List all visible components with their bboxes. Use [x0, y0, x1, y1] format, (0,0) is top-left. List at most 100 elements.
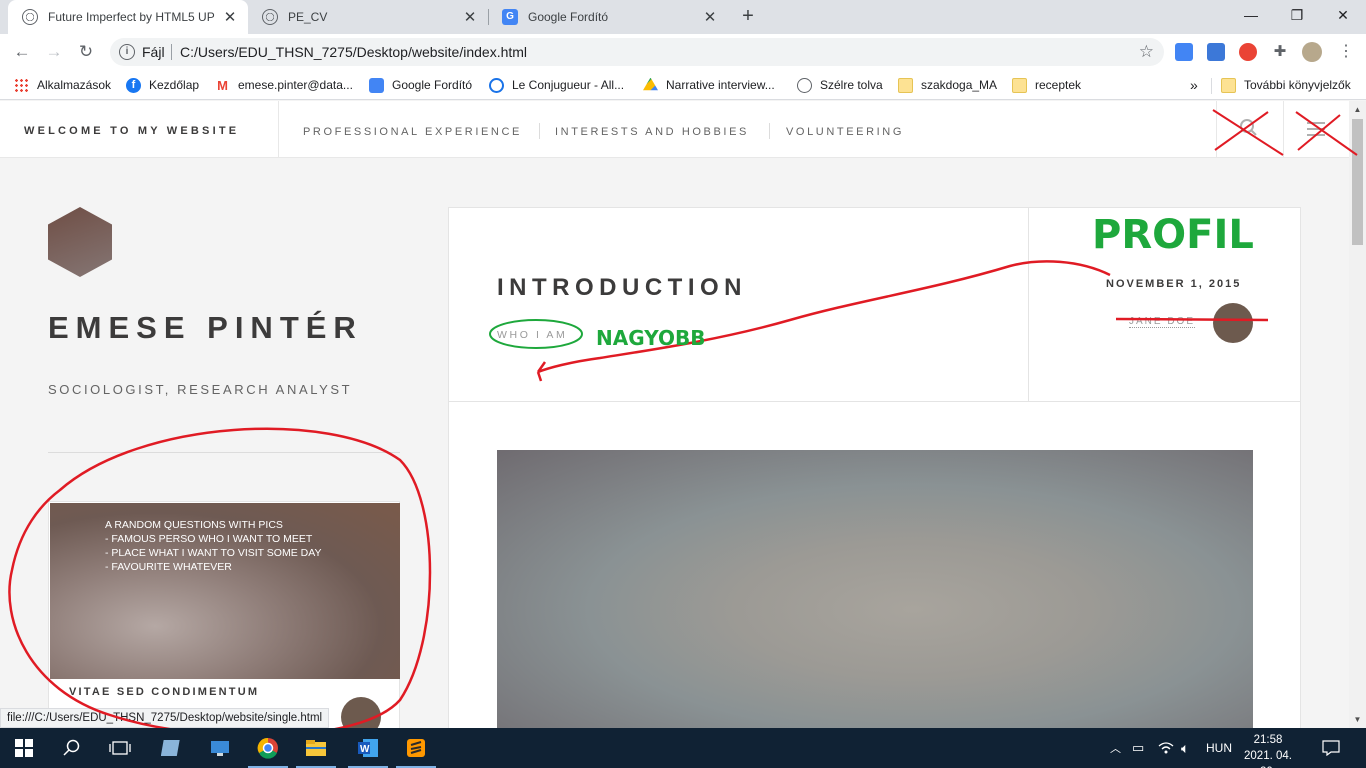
nav-separator	[769, 123, 770, 139]
wifi-icon[interactable]	[1158, 728, 1174, 768]
address-divider	[171, 44, 172, 60]
notifications-icon[interactable]	[1322, 728, 1340, 768]
search-icon[interactable]	[48, 728, 96, 768]
profile-avatar[interactable]	[1302, 42, 1322, 62]
facebook-icon: f	[126, 77, 141, 93]
minimize-button[interactable]: —	[1228, 0, 1274, 30]
post-author[interactable]: JANE DOE	[1129, 316, 1196, 328]
post-subtitle: WHO I AM	[497, 329, 568, 341]
restore-button[interactable]: ❐	[1274, 0, 1320, 30]
mini-post-image[interactable]: A RANDOM QUESTIONS WITH PICS - FAMOUS PE…	[50, 503, 400, 679]
forward-button[interactable]: →	[42, 40, 66, 64]
system-clock[interactable]: 21:58 2021. 04. 20.	[1240, 732, 1296, 768]
scroll-up-arrow-icon[interactable]: ▲	[1349, 101, 1366, 118]
bookmark-szelre-tolva[interactable]: Szélre tolva	[797, 76, 883, 94]
nav-professional-experience[interactable]: PROFESSIONAL EXPERIENCE	[303, 126, 522, 138]
info-icon[interactable]: i	[119, 44, 135, 60]
folder-icon	[1221, 77, 1236, 93]
tablet-app-icon[interactable]	[148, 728, 196, 768]
google-translate-icon: G	[502, 9, 518, 25]
reload-button[interactable]: ↻	[74, 40, 98, 64]
input-language[interactable]: HUN	[1206, 728, 1232, 768]
author-name: EMESE PINTÉR	[48, 310, 363, 345]
nav-interests-hobbies[interactable]: INTERESTS AND HOBBIES	[555, 126, 749, 138]
post-header-divider	[449, 401, 1300, 402]
address-scheme: Fájl	[142, 44, 165, 60]
post-image[interactable]	[497, 450, 1253, 740]
address-bar[interactable]: i Fájl C:/Users/EDU_THSN_7275/Desktop/we…	[110, 38, 1164, 66]
bookmark-label: Kezdőlap	[149, 78, 200, 92]
page-scrollbar[interactable]: ▲ ▼	[1349, 101, 1366, 728]
close-window-button[interactable]: ✕	[1320, 0, 1366, 30]
bookmark-google-translate[interactable]: Google Fordító	[369, 76, 472, 94]
post-article: INTRODUCTION WHO I AM NOVEMBER 1, 2015 J…	[448, 207, 1301, 740]
computer-app-icon[interactable]	[196, 728, 244, 768]
bookmark-star-icon[interactable]: ☆	[1139, 42, 1154, 62]
post-title[interactable]: INTRODUCTION	[497, 274, 747, 302]
docs-extension-icon[interactable]	[1207, 43, 1225, 61]
logo-hexagon	[48, 207, 112, 277]
tab-title: PE_CV	[288, 10, 328, 24]
site-title[interactable]: WELCOME TO MY WEBSITE	[24, 125, 239, 137]
bookmark-gmail[interactable]: Memese.pinter@data...	[215, 76, 353, 94]
post-author-avatar[interactable]	[1213, 303, 1253, 343]
bookmark-label: Alkalmazások	[37, 78, 112, 92]
scroll-down-arrow-icon[interactable]: ▼	[1349, 711, 1366, 728]
nav-separator	[539, 123, 540, 139]
globe-icon	[262, 9, 278, 25]
clock-time: 21:58	[1253, 734, 1283, 746]
bookmarks-overflow-button[interactable]: »	[1190, 76, 1198, 94]
close-tab-icon[interactable]: ✕	[702, 8, 718, 26]
task-view-icon[interactable]	[96, 728, 144, 768]
back-button[interactable]: ←	[10, 40, 34, 64]
bookmark-label: Szélre tolva	[820, 78, 883, 92]
adblock-extension-icon[interactable]	[1239, 43, 1257, 61]
folder-icon	[898, 77, 913, 93]
bookmark-narrative-interview[interactable]: Narrative interview...	[643, 76, 775, 94]
word-icon[interactable]: W	[344, 728, 392, 768]
other-bookmarks[interactable]: További könyvjelzők	[1221, 76, 1351, 94]
tab-future-imperfect[interactable]: Future Imperfect by HTML5 UP ✕	[8, 0, 248, 34]
overlay-line: - FAVOURITE WHATEVER	[105, 561, 232, 573]
browser-toolbar: ← → ↻ i Fájl C:/Users/EDU_THSN_7275/Desk…	[0, 34, 1366, 70]
post-date: NOVEMBER 1, 2015	[1106, 278, 1242, 290]
tray-chevron-icon[interactable]: ︿	[1110, 728, 1121, 768]
bookmarks-bar: Alkalmazások f Kezdőlap Memese.pinter@dat…	[0, 70, 1366, 100]
tab-title: Future Imperfect by HTML5 UP	[48, 10, 215, 24]
file-explorer-icon[interactable]	[292, 728, 340, 768]
menu-hamburger-icon[interactable]	[1283, 101, 1350, 158]
windows-start-icon[interactable]	[0, 728, 48, 768]
bookmark-kezdolap[interactable]: f Kezdőlap	[126, 76, 199, 94]
tab-google-translate[interactable]: G Google Fordító ✕	[488, 0, 728, 34]
sublime-text-icon[interactable]	[392, 728, 440, 768]
site-header: WELCOME TO MY WEBSITE PROFESSIONAL EXPER…	[0, 101, 1366, 158]
address-url[interactable]: C:/Users/EDU_THSN_7275/Desktop/website/i…	[180, 44, 527, 60]
volume-icon[interactable]: 🔈︎	[1181, 728, 1189, 768]
mini-post-overlay-text: A RANDOM QUESTIONS WITH PICS - FAMOUS PE…	[105, 518, 321, 574]
bookmark-szakdoga[interactable]: szakdoga_MA	[898, 76, 997, 94]
globe-icon	[797, 77, 812, 93]
overlay-line: A RANDOM QUESTIONS WITH PICS	[105, 519, 283, 531]
mini-post-card[interactable]: A RANDOM QUESTIONS WITH PICS - FAMOUS PE…	[48, 501, 400, 737]
new-tab-button[interactable]: +	[736, 5, 760, 29]
battery-icon[interactable]: ▭	[1132, 728, 1144, 768]
extensions-puzzle-icon[interactable]: ✚	[1271, 43, 1289, 61]
header-divider	[278, 101, 279, 158]
bookmark-conjugueur[interactable]: Le Conjugueur - All...	[489, 76, 624, 94]
bookmarks-divider	[1211, 78, 1212, 94]
close-tab-icon[interactable]: ✕	[222, 8, 238, 26]
sidebar-divider	[48, 452, 400, 453]
search-icon[interactable]	[1216, 101, 1283, 158]
close-tab-icon[interactable]: ✕	[462, 8, 478, 26]
bookmark-label: receptek	[1035, 78, 1082, 92]
mini-post-title[interactable]: VITAE SED CONDIMENTUM	[69, 686, 259, 698]
bookmark-apps[interactable]: Alkalmazások	[14, 76, 111, 94]
menu-kebab-icon[interactable]: ⋮	[1334, 40, 1358, 64]
nav-volunteering[interactable]: VOLUNTEERING	[786, 126, 904, 138]
bookmark-label: Le Conjugueur - All...	[512, 78, 625, 92]
tab-pe-cv[interactable]: PE_CV ✕	[248, 0, 488, 34]
bookmark-receptek[interactable]: receptek	[1012, 76, 1081, 94]
translate-extension-icon[interactable]	[1175, 43, 1193, 61]
chrome-icon[interactable]	[244, 728, 292, 768]
scroll-thumb[interactable]	[1352, 119, 1363, 245]
